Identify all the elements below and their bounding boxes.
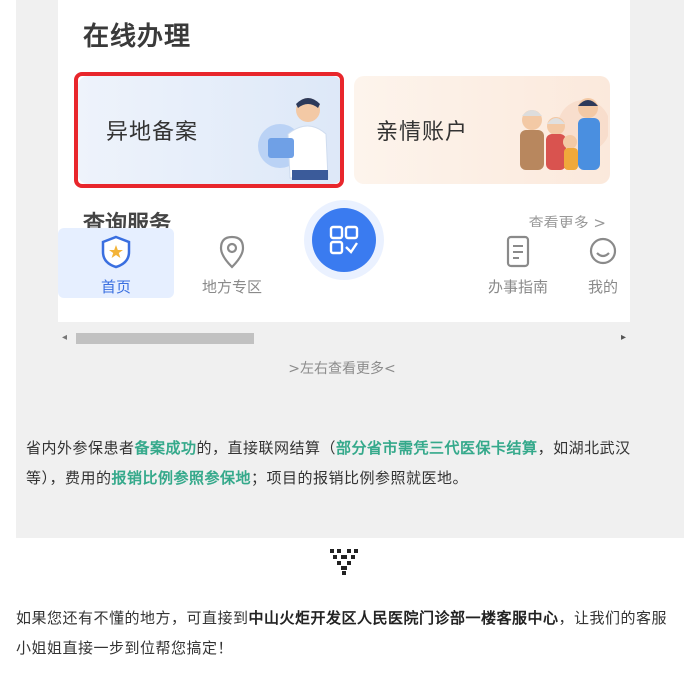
section-title-online: 在线办理 — [83, 22, 192, 52]
horizontal-scrollbar[interactable]: ◂ ▸ — [58, 330, 630, 346]
scroll-right-arrow-icon[interactable]: ▸ — [621, 332, 626, 343]
tab-guide[interactable]: 办事指南 — [460, 228, 576, 298]
shield-home-icon — [101, 235, 131, 269]
bottom-tab-bar: 首页 地方专区 办事指南 我的 — [58, 200, 630, 322]
profile-icon — [589, 237, 617, 265]
para1-highlight-filing-success: 备案成功 — [134, 439, 197, 457]
para2-location-service-center: 中山火炬开发区人民医院门诊部一楼客服中心 — [248, 609, 559, 627]
tab-local-zone[interactable]: 地方专区 — [174, 228, 290, 298]
card-family-account-label: 亲情账户 — [376, 120, 469, 145]
swipe-hint: >左右查看更多< — [288, 361, 396, 377]
document-icon — [506, 235, 530, 268]
para1-text-1: 省内外参保患者 — [26, 439, 135, 457]
scroll-thumb[interactable] — [76, 333, 254, 344]
grid-apps-icon — [329, 225, 359, 255]
para1-highlight-ratio: 报销比例参照参保地 — [111, 469, 252, 487]
scroll-left-arrow-icon[interactable]: ◂ — [62, 332, 67, 343]
tab-mine[interactable]: 我的 — [576, 228, 630, 298]
tab-local-zone-label: 地方专区 — [201, 278, 262, 296]
card-family-account[interactable]: 亲情账户 — [354, 76, 610, 184]
heart-pixel-icon — [330, 549, 358, 575]
para1-text-2: 的，直接联网结算（ — [196, 439, 337, 457]
highlight-remote-filing — [74, 72, 344, 188]
tab-mine-label: 我的 — [587, 278, 618, 296]
family-illustration-icon — [520, 98, 608, 170]
tab-home[interactable]: 首页 — [58, 228, 174, 298]
paragraph-settlement: 省内外参保患者备案成功的，直接联网结算（部分省市需凭三代医保卡结算，如湖北武汉等… — [26, 433, 666, 493]
para2-text-1: 如果您还有不懂的地方，可直接到 — [16, 609, 249, 627]
center-action-button[interactable] — [304, 200, 384, 280]
tab-home-label: 首页 — [100, 278, 131, 296]
app-screenshot: 在线办理 异地备案 亲情账户 查询服务 查看更多 > 首页 地方专区 办事指南 … — [58, 0, 630, 322]
tab-guide-label: 办事指南 — [487, 278, 548, 296]
para1-text-4: ；项目的报销比例参照就医地。 — [251, 469, 469, 487]
para1-highlight-card-requirement: 部分省市需凭三代医保卡结算 — [336, 439, 538, 457]
location-pin-icon — [219, 235, 245, 269]
paragraph-contact: 如果您还有不懂的地方，可直接到中山火炬开发区人民医院门诊部一楼客服中心，让我们的… — [16, 603, 676, 663]
